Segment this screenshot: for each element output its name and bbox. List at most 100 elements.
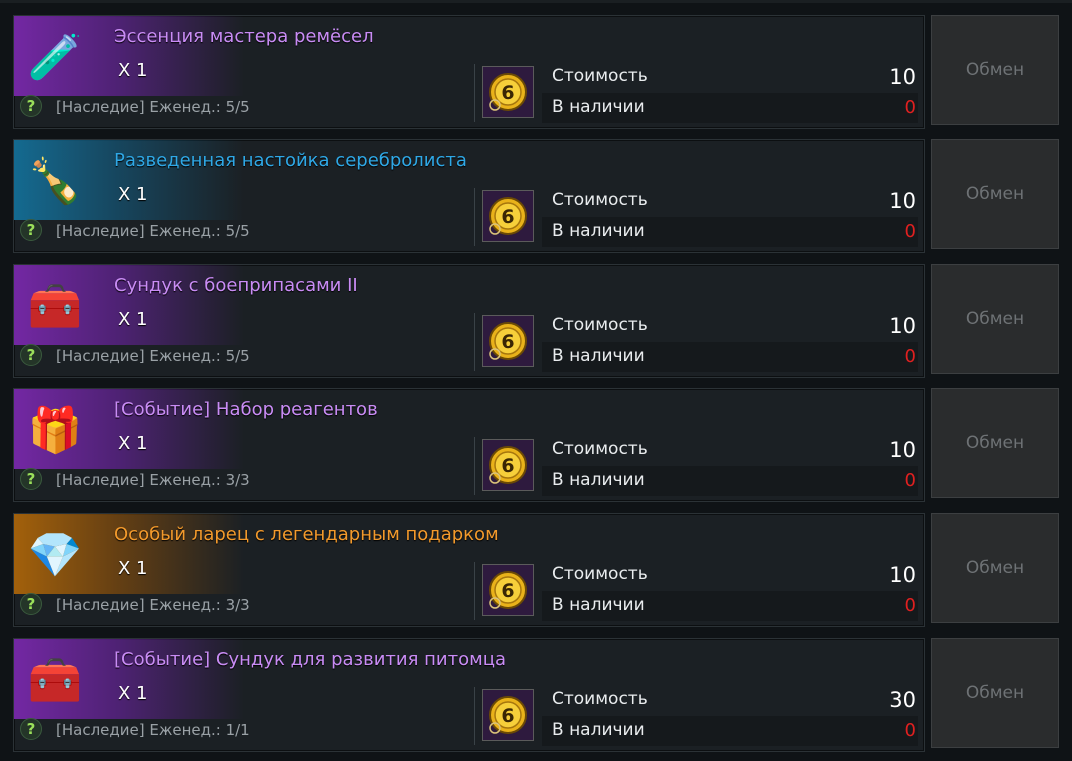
item-name: Особый ларец с легендарным подарком (114, 524, 499, 545)
stock-value: 0 (904, 720, 916, 741)
cost-value: 10 (889, 438, 916, 462)
cost-value: 10 (889, 65, 916, 89)
event-coin-6-icon: 6 (482, 315, 534, 367)
divider (474, 188, 475, 246)
ammo-chest-icon[interactable]: 🧰 (18, 269, 92, 343)
exchange-button[interactable]: Обмен (931, 139, 1059, 249)
exchange-row: 🧰 [Событие] Сундук для развития питомца … (13, 638, 1065, 752)
top-border (0, 0, 1072, 3)
stock-bar: В наличии 0 (542, 591, 918, 621)
help-icon[interactable]: ? (20, 219, 42, 241)
stock-value: 0 (904, 595, 916, 616)
item-icon-glyph: 🎁 (27, 405, 83, 456)
stock-label: В наличии (552, 595, 645, 615)
coin-svg: 6 (489, 571, 527, 609)
help-icon[interactable]: ? (20, 468, 42, 490)
item-quantity: X 1 (118, 558, 148, 579)
stock-bar: В наличии 0 (542, 93, 918, 123)
item-quantity: X 1 (118, 184, 148, 205)
item-quantity: X 1 (118, 309, 148, 330)
event-coin-6-icon: 6 (482, 66, 534, 118)
exchange-button[interactable]: Обмен (931, 388, 1059, 498)
divider (474, 313, 475, 371)
event-coin-6-icon: 6 (482, 190, 534, 242)
item-name: [Событие] Сундук для развития питомца (114, 649, 506, 670)
help-icon[interactable]: ? (20, 95, 42, 117)
item-card: 💎 Особый ларец с легендарным подарком X … (13, 513, 925, 627)
weekly-limit: [Наследие] Еженед.: 3/3 (56, 596, 250, 614)
item-icon-glyph: 💎 (27, 530, 83, 581)
stock-label: В наличии (552, 346, 645, 366)
exchange-button[interactable]: Обмен (931, 513, 1059, 623)
item-name: Эссенция мастера ремёсел (114, 26, 374, 47)
stock-label: В наличии (552, 470, 645, 490)
item-icon-glyph: 🧰 (27, 281, 83, 332)
coin-svg: 6 (489, 73, 527, 111)
item-icon-glyph: 🍾 (27, 156, 83, 207)
stock-bar: В наличии 0 (542, 466, 918, 496)
event-coin-6-icon: 6 (482, 689, 534, 741)
cost-label: Стоимость (552, 689, 648, 709)
cost-bar: Стоимость 30 (542, 685, 918, 715)
weekly-limit: [Наследие] Еженед.: 5/5 (56, 222, 250, 240)
divider (474, 437, 475, 495)
cost-label: Стоимость (552, 315, 648, 335)
gift-box-icon[interactable]: 🎁 (18, 393, 92, 467)
stock-bar: В наличии 0 (542, 217, 918, 247)
exchange-button[interactable]: Обмен (931, 264, 1059, 374)
cost-label: Стоимость (552, 439, 648, 459)
event-coin-6-icon: 6 (482, 439, 534, 491)
divider (474, 687, 475, 745)
cost-bar: Стоимость 10 (542, 186, 918, 216)
item-card: 🧰 Сундук с боеприпасами II X 1 ? [Наслед… (13, 264, 925, 378)
exchange-row: 🧪 Эссенция мастера ремёсел X 1 ? [Наслед… (13, 15, 1065, 129)
herbal-tincture-icon[interactable]: 🍾 (18, 144, 92, 218)
cost-label: Стоимость (552, 564, 648, 584)
svg-text:6: 6 (501, 331, 514, 353)
cost-value: 10 (889, 189, 916, 213)
item-quantity: X 1 (118, 60, 148, 81)
exchange-row: 💎 Особый ларец с легендарным подарком X … (13, 513, 1065, 627)
cost-label: Стоимость (552, 66, 648, 86)
exchange-row: 🧰 Сундук с боеприпасами II X 1 ? [Наслед… (13, 264, 1065, 378)
coin-svg: 6 (489, 446, 527, 484)
stock-value: 0 (904, 221, 916, 242)
stock-label: В наличии (552, 221, 645, 241)
green-potion-icon[interactable]: 🧪 (18, 20, 92, 94)
weekly-limit: [Наследие] Еженед.: 1/1 (56, 721, 250, 739)
item-card: 🎁 [Событие] Набор реагентов X 1 ? [Насле… (13, 388, 925, 502)
cost-bar: Стоимость 10 (542, 560, 918, 590)
help-icon[interactable]: ? (20, 593, 42, 615)
item-quantity: X 1 (118, 683, 148, 704)
exchange-row: 🍾 Разведенная настойка серебролиста X 1 … (13, 139, 1065, 253)
stock-value: 0 (904, 346, 916, 367)
item-card: 🍾 Разведенная настойка серебролиста X 1 … (13, 139, 925, 253)
exchange-row: 🎁 [Событие] Набор реагентов X 1 ? [Насле… (13, 388, 1065, 502)
cost-bar: Стоимость 10 (542, 311, 918, 341)
stock-bar: В наличии 0 (542, 716, 918, 746)
stock-value: 0 (904, 470, 916, 491)
exchange-button[interactable]: Обмен (931, 638, 1059, 748)
cost-bar: Стоимость 10 (542, 62, 918, 92)
legendary-chest-icon[interactable]: 💎 (18, 518, 92, 592)
divider (474, 562, 475, 620)
svg-text:6: 6 (501, 455, 514, 477)
weekly-limit: [Наследие] Еженед.: 5/5 (56, 347, 250, 365)
pet-chest-icon[interactable]: 🧰 (18, 643, 92, 717)
item-card: 🧰 [Событие] Сундук для развития питомца … (13, 638, 925, 752)
item-name: [Событие] Набор реагентов (114, 399, 378, 420)
item-icon-glyph: 🧪 (27, 32, 83, 83)
stock-label: В наличии (552, 97, 645, 117)
exchange-button[interactable]: Обмен (931, 15, 1059, 125)
event-coin-6-icon: 6 (482, 564, 534, 616)
coin-svg: 6 (489, 197, 527, 235)
help-icon[interactable]: ? (20, 718, 42, 740)
item-quantity: X 1 (118, 433, 148, 454)
help-icon[interactable]: ? (20, 344, 42, 366)
cost-value: 10 (889, 314, 916, 338)
stock-label: В наличии (552, 720, 645, 740)
weekly-limit: [Наследие] Еженед.: 3/3 (56, 471, 250, 489)
divider (474, 64, 475, 122)
item-name: Разведенная настойка серебролиста (114, 150, 467, 171)
svg-text:6: 6 (501, 580, 514, 602)
